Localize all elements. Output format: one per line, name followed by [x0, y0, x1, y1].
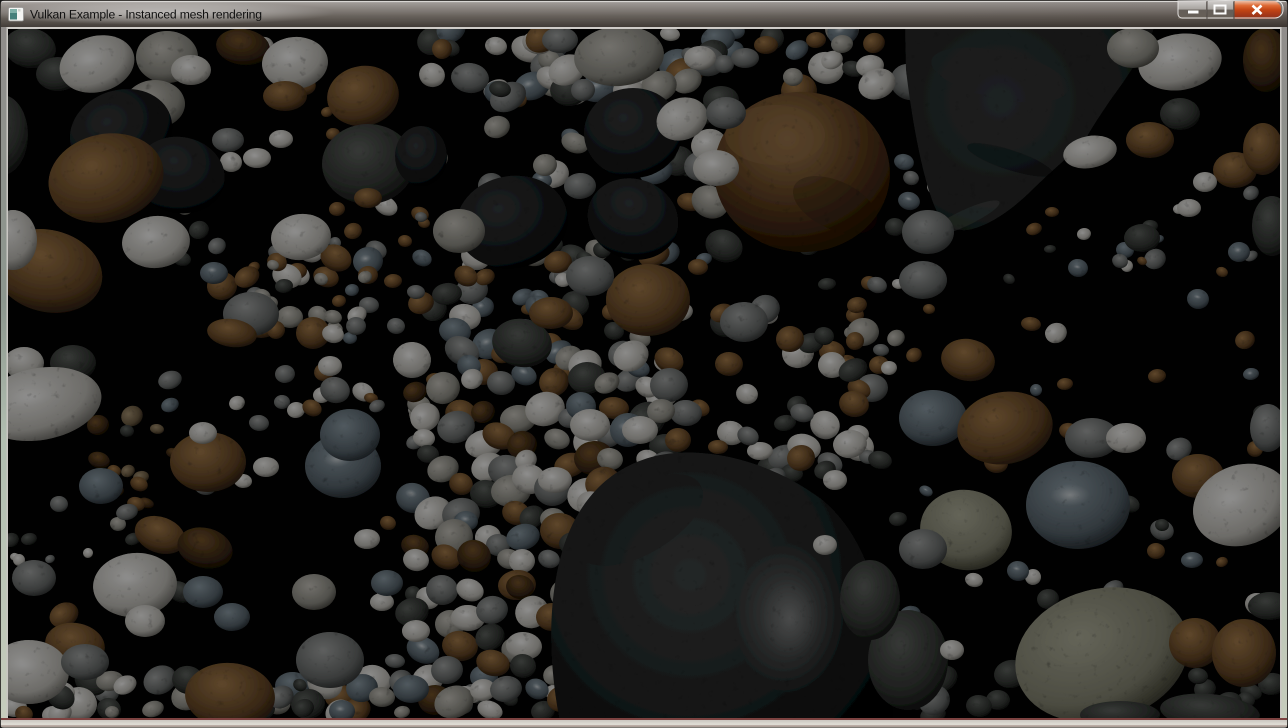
- svg-text:Vulkan Example - Instanced mes: Vulkan Example - Instanced mesh renderin…: [30, 8, 262, 22]
